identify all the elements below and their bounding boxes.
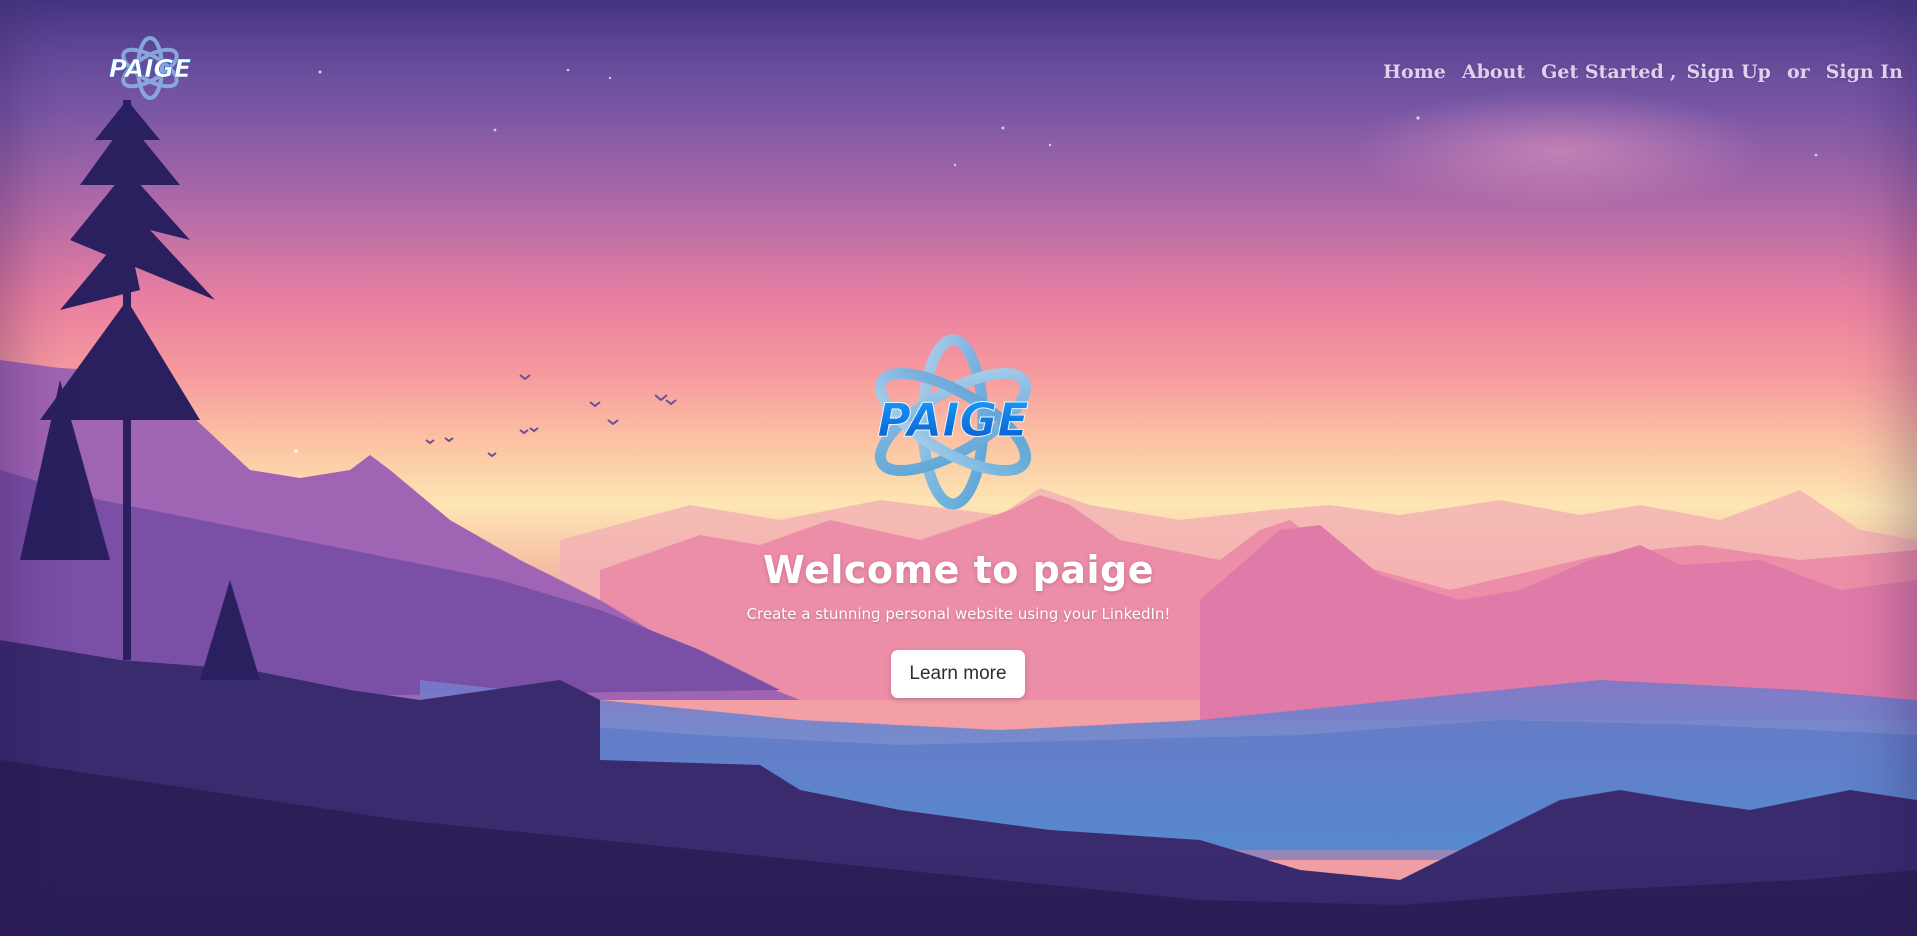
birds bbox=[425, 374, 677, 458]
hero-logo: PAIGE bbox=[874, 334, 1032, 510]
nav-logo[interactable]: PAIGE bbox=[92, 32, 222, 104]
nav-home[interactable]: Home bbox=[1383, 61, 1446, 83]
nav-get-started[interactable]: Get Started bbox=[1541, 61, 1664, 83]
hero-title: Welcome to paige bbox=[763, 548, 1154, 592]
nav-sign-up[interactable]: Sign Up bbox=[1686, 61, 1771, 83]
nav-or-text: or bbox=[1786, 61, 1810, 83]
navbar: Home About Get Started , Sign Up or Sign… bbox=[1367, 58, 1903, 86]
hero-logo-text: PAIGE bbox=[877, 393, 1028, 447]
hero-subtitle: Create a stunning personal website using… bbox=[746, 605, 1171, 623]
nav-separator: , bbox=[1669, 61, 1677, 83]
nav-logo-text: PAIGE bbox=[109, 54, 191, 83]
nav-about[interactable]: About bbox=[1462, 61, 1525, 83]
nav-sign-in[interactable]: Sign In bbox=[1826, 61, 1903, 83]
learn-more-button[interactable]: Learn more bbox=[891, 650, 1025, 698]
